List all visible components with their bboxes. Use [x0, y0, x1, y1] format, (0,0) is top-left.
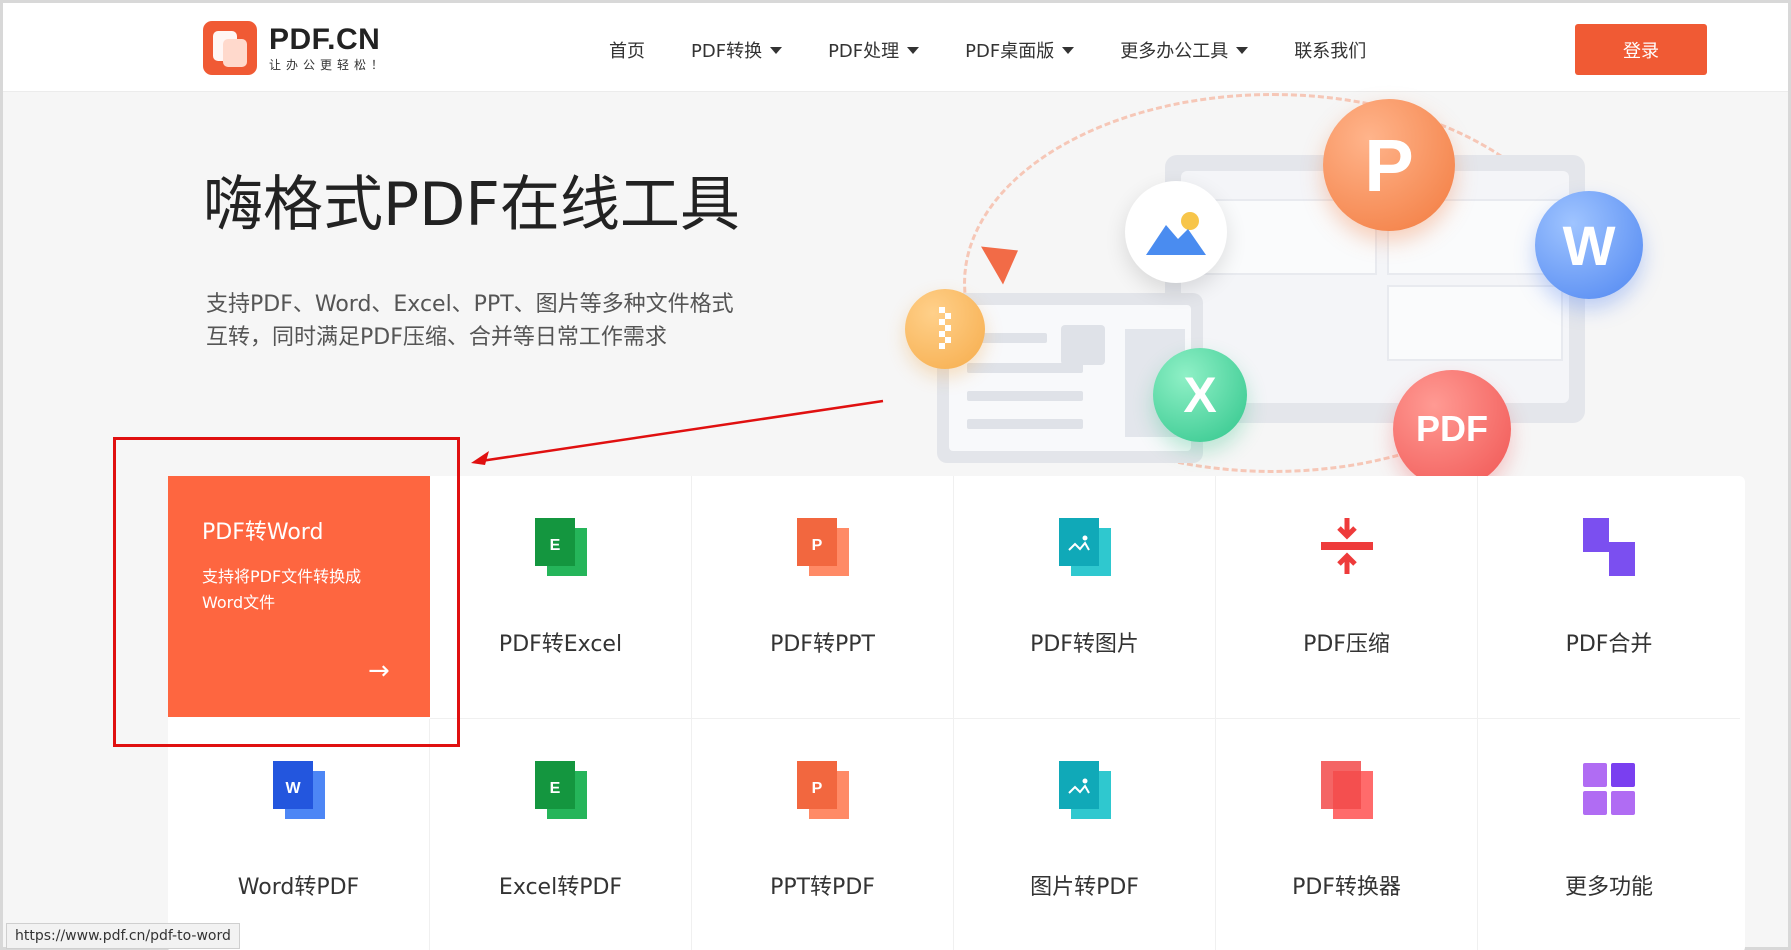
svg-text:P: P — [811, 780, 822, 797]
tool-more-features[interactable]: 更多功能 — [1478, 719, 1740, 950]
tool-label: PDF合并 — [1565, 632, 1653, 657]
tool-label: PDF转Excel — [498, 632, 623, 657]
svg-text:E: E — [549, 537, 560, 554]
ppt-icon: P — [795, 759, 851, 823]
annotation-arrow-icon — [471, 399, 884, 465]
word-icon: W — [271, 759, 327, 823]
caret-down-icon — [1062, 46, 1075, 54]
tool-pdf-merge[interactable]: PDF合并 — [1478, 476, 1740, 719]
image-icon — [1057, 759, 1113, 823]
logo-icon — [203, 21, 257, 75]
svg-text:P: P — [811, 537, 822, 554]
image-icon — [1057, 516, 1113, 580]
merge-icon — [1581, 516, 1637, 580]
tool-label: 更多功能 — [1564, 875, 1653, 900]
hero-illustration: P W X PDF — [883, 93, 1663, 488]
excel-bubble-icon: X — [1153, 348, 1247, 442]
tool-pdf-to-ppt[interactable]: P PDF转PPT — [692, 476, 954, 719]
tool-pdf-to-excel[interactable]: E PDF转Excel — [430, 476, 692, 719]
word-bubble-icon: W — [1535, 191, 1643, 299]
nav-home[interactable]: 首页 — [609, 37, 645, 63]
caret-down-icon — [1236, 46, 1249, 54]
tool-ppt-to-pdf[interactable]: P PPT转PDF — [692, 719, 954, 950]
tool-label: PDF转换器 — [1292, 875, 1401, 900]
login-button[interactable]: 登录 — [1575, 24, 1707, 75]
nav-pdf-process[interactable]: PDF处理 — [828, 37, 920, 63]
tool-word-to-pdf[interactable]: W Word转PDF — [168, 719, 430, 950]
tool-excel-to-pdf[interactable]: E Excel转PDF — [430, 719, 692, 950]
site-logo[interactable]: PDF.CN 让办公更轻松！ — [203, 21, 388, 75]
page-title: 嗨格式PDF在线工具 — [203, 170, 740, 240]
main-nav: 首页 PDF转换 PDF处理 PDF桌面版 更多办公工具 联系我们 — [609, 37, 1412, 63]
nav-pdf-convert[interactable]: PDF转换 — [691, 37, 783, 63]
excel-icon: E — [533, 759, 589, 823]
hero-description: 支持PDF、Word、Excel、PPT、图片等多种文件格式 互转，同时满足PD… — [206, 292, 734, 350]
excel-icon: E — [533, 516, 589, 580]
tool-label: PDF压缩 — [1303, 632, 1390, 657]
tool-label: Word转PDF — [237, 875, 360, 900]
zip-bubble-icon — [905, 289, 985, 369]
logo-slogan: 让办公更轻松！ — [269, 58, 389, 72]
status-bar-url: https://www.pdf.cn/pdf-to-word — [6, 923, 240, 949]
tool-label: PPT转PDF — [770, 875, 875, 900]
tool-label: PDF转图片 — [1030, 632, 1139, 657]
logo-title: PDF.CN — [269, 23, 381, 56]
nav-contact[interactable]: 联系我们 — [1294, 37, 1366, 63]
nav-more-tools[interactable]: 更多办公工具 — [1120, 37, 1249, 63]
grid-icon — [1581, 759, 1637, 823]
tool-label: Excel转PDF — [498, 875, 623, 900]
ppt-icon: P — [795, 516, 851, 580]
tool-pdf-compress[interactable]: PDF压缩 — [1216, 476, 1478, 719]
nav-pdf-desktop[interactable]: PDF桌面版 — [965, 37, 1075, 63]
svg-text:E: E — [549, 780, 560, 797]
tool-image-to-pdf[interactable]: 图片转PDF — [954, 719, 1216, 950]
tool-pdf-converter[interactable]: PDF转换器 — [1216, 719, 1478, 950]
caret-down-icon — [907, 46, 920, 54]
pdf-bubble-icon: PDF — [1393, 370, 1511, 488]
compress-icon — [1319, 516, 1375, 580]
highlight-box — [113, 437, 460, 747]
ppt-bubble-icon: P — [1323, 99, 1455, 231]
image-bubble-icon — [1125, 181, 1227, 283]
tool-label: PDF转PPT — [770, 632, 875, 657]
tool-pdf-to-image[interactable]: PDF转图片 — [954, 476, 1216, 719]
tool-label: 图片转PDF — [1030, 875, 1139, 900]
site-header: PDF.CN 让办公更轻松！ 首页 PDF转换 PDF处理 PDF桌面版 更多办… — [3, 3, 1788, 92]
svg-text:W: W — [285, 780, 301, 797]
caret-down-icon — [770, 46, 783, 54]
converter-icon — [1319, 759, 1375, 823]
